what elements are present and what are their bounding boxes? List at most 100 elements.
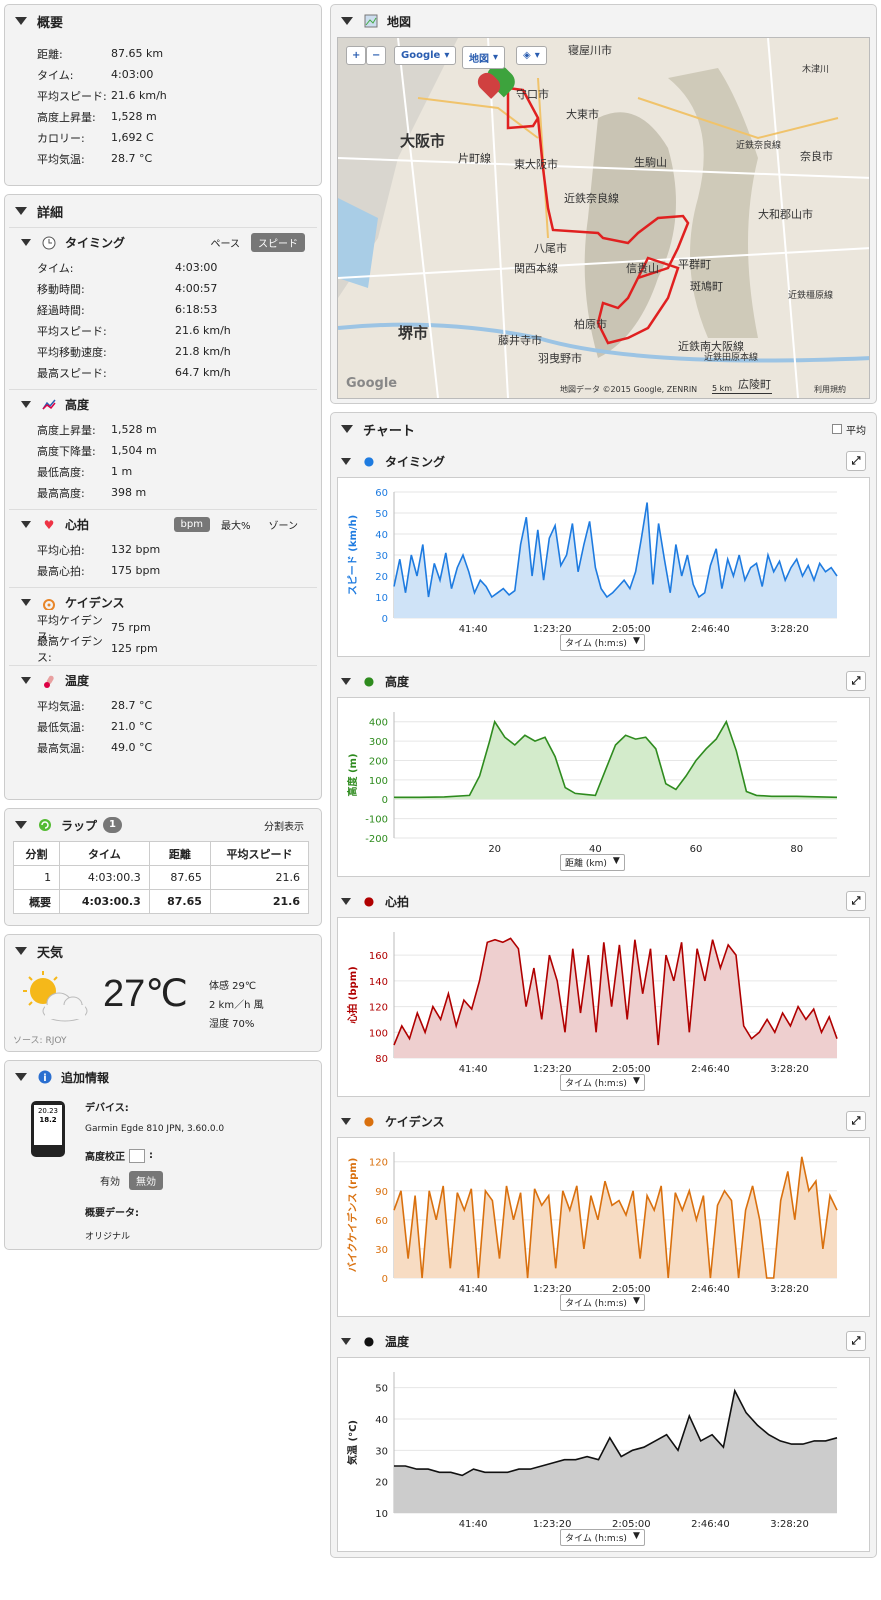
collapse-icon[interactable] xyxy=(15,17,27,25)
extra-info-header[interactable]: i 追加情報 xyxy=(5,1061,321,1093)
max-percent-toggle[interactable]: 最大% xyxy=(214,515,258,534)
stat-row: 平均スピード: 21.6 km/h xyxy=(5,85,321,106)
map-panel: 地図 寝屋川市 守口市 大東市 大阪市 片町線 東大阪市 生駒山 近鉄奈良線 奈良市 大和郡山市八… xyxy=(330,4,877,404)
map-type-dropdown[interactable]: 地図 ▾ xyxy=(462,46,506,69)
calibration-label: 高度校正 xyxy=(85,1152,125,1163)
layers-dropdown[interactable]: ◈ ▾ xyxy=(516,46,547,65)
average-checkbox[interactable] xyxy=(832,424,842,434)
timing-subheader[interactable]: タイミング ペース スピード xyxy=(9,227,317,257)
expand-icon[interactable]: ⤢ xyxy=(846,671,866,691)
x-axis-select[interactable]: タイム (h:m:s) ▼ xyxy=(560,1074,645,1091)
collapse-icon[interactable] xyxy=(341,677,351,685)
stat-row: 最低高度: 1 m xyxy=(5,461,321,482)
details-header[interactable]: 詳細 xyxy=(5,195,321,227)
zoom-in-label: + xyxy=(352,50,361,61)
collapse-icon[interactable] xyxy=(21,599,31,606)
clock-icon xyxy=(41,235,57,251)
map-header[interactable]: 地図 xyxy=(331,5,876,37)
chart-header[interactable]: ● タイミング ⤢ xyxy=(331,445,876,477)
heart-subheader[interactable]: ♥ 心拍 bpm 最大% ゾーン xyxy=(9,509,317,539)
collapse-icon[interactable] xyxy=(341,425,353,433)
zoom-in-button[interactable]: + xyxy=(346,46,367,65)
x-axis-select[interactable]: タイム (h:m:s) ▼ xyxy=(560,1294,645,1311)
x-tick-label: 3:28:20 xyxy=(770,1064,809,1075)
collapse-icon[interactable] xyxy=(21,401,31,408)
expand-icon[interactable]: ⤢ xyxy=(846,1111,866,1131)
collapse-icon[interactable] xyxy=(341,1117,351,1125)
calibration-enable-toggle[interactable]: 有効 xyxy=(93,1171,127,1190)
x-tick-label: 80 xyxy=(790,844,803,855)
calibration-colon: : xyxy=(149,1150,153,1161)
laps-column-header[interactable]: 距離 xyxy=(148,841,211,866)
y-tick-label: 30 xyxy=(375,1446,388,1457)
laps-column-header[interactable]: タイム xyxy=(59,841,150,866)
collapse-icon[interactable] xyxy=(15,947,27,955)
x-axis-select[interactable]: 距離 (km) ▼ xyxy=(560,854,625,871)
collapse-icon[interactable] xyxy=(21,521,31,528)
charts-header[interactable]: チャート 平均 xyxy=(331,413,876,445)
collapse-icon[interactable] xyxy=(21,677,31,684)
laps-panel: ラップ 1 分割表示 分割 タイム 距離 平均スピード 1 4:03:00.3 87.65… xyxy=(4,808,322,926)
chevron-down-icon: ▾ xyxy=(534,50,540,61)
y-axis-label: 気温 (°C) xyxy=(346,1420,359,1466)
x-axis-select[interactable]: タイム (h:m:s) ▼ xyxy=(560,1529,645,1546)
stat-value: 49.0 °C xyxy=(111,741,153,754)
collapse-icon[interactable] xyxy=(15,1073,27,1081)
stat-row: 高度上昇量: 1,528 m xyxy=(5,419,321,440)
y-tick-label: 50 xyxy=(375,509,388,520)
chart-plot-area[interactable]: 0 30 60 90 120 41:40 1:23:20 2:05:00 2:46:40 3:28… xyxy=(337,1137,870,1317)
collapse-icon[interactable] xyxy=(15,821,27,829)
expand-icon[interactable]: ⤢ xyxy=(846,1331,866,1351)
stat-row: 経過時間: 6:18:53 xyxy=(5,299,321,320)
chart-header[interactable]: ● 温度 ⤢ xyxy=(331,1325,876,1357)
collapse-icon[interactable] xyxy=(15,207,27,215)
collapse-icon[interactable] xyxy=(341,1337,351,1345)
terms-link[interactable]: 利用規約 xyxy=(814,384,846,395)
x-axis-label: タイム (h:m:s) xyxy=(565,639,627,649)
chart-plot-area[interactable]: 80 100 120 140 160 41:40 1:23:20 2:05:00 2:46:40… xyxy=(337,917,870,1097)
expand-icon[interactable]: ⤢ xyxy=(846,891,866,911)
stat-label: 最高高度: xyxy=(37,486,85,500)
device-image: 20.23 18.2 xyxy=(31,1101,65,1157)
map-label: 奈良市 xyxy=(800,150,833,163)
google-provider-dropdown[interactable]: Google ▾ xyxy=(394,46,457,65)
chart-plot-area[interactable]: -200 -100 0 100 200 300 400 20 40 60 80 高度 (m) 距離 (k… xyxy=(337,697,870,877)
map-title: 地図 xyxy=(387,14,412,29)
bpm-toggle[interactable]: bpm xyxy=(173,517,210,532)
temperature-subheader[interactable]: 温度 xyxy=(9,665,317,695)
weather-humidity: 湿度 70% xyxy=(209,1019,255,1030)
summary-header[interactable]: 概要 xyxy=(5,5,321,37)
x-axis-select[interactable]: タイム (h:m:s) ▼ xyxy=(560,634,645,651)
expand-icon[interactable]: ⤢ xyxy=(846,451,866,471)
chart-header[interactable]: ● 高度 ⤢ xyxy=(331,665,876,697)
chart-header[interactable]: ● 心拍 ⤢ xyxy=(331,885,876,917)
elevation-subheader[interactable]: 高度 xyxy=(9,389,317,419)
collapse-icon[interactable] xyxy=(21,239,31,246)
chart-plot-area[interactable]: 0 10 20 30 40 50 60 41:40 1:23:20 2:05:00 2:46:40 3… xyxy=(337,477,870,657)
stat-label: 最低高度: xyxy=(37,465,85,479)
collapse-icon[interactable] xyxy=(341,457,351,465)
cadence-icon xyxy=(41,595,57,611)
info-icon: i xyxy=(37,1069,53,1085)
stat-value: 4:00:57 xyxy=(175,282,218,295)
collapse-icon[interactable] xyxy=(341,17,353,25)
pace-toggle[interactable]: ペース xyxy=(204,233,248,252)
laps-header[interactable]: ラップ 1 分割表示 xyxy=(5,809,321,841)
summary-data-label: 概要データ: xyxy=(85,1208,139,1219)
map-label: 近鉄奈良線 xyxy=(564,192,619,205)
zone-toggle[interactable]: ゾーン xyxy=(262,515,306,534)
split-view-link[interactable]: 分割表示 xyxy=(257,816,311,835)
collapse-icon[interactable] xyxy=(341,897,351,905)
laps-column-header[interactable]: 分割 xyxy=(12,841,61,866)
stat-row: 距離: 87.65 km xyxy=(5,43,321,64)
stat-value: 1,528 m xyxy=(111,423,157,436)
chart-header[interactable]: ● ケイデンス ⤢ xyxy=(331,1105,876,1137)
route-map[interactable]: 寝屋川市 守口市 大東市 大阪市 片町線 東大阪市 生駒山 近鉄奈良線 奈良市 大和郡山市 八尾市関… xyxy=(337,37,870,399)
weather-header[interactable]: 天気 xyxy=(5,935,321,967)
stat-label: カロリー: xyxy=(37,131,85,145)
speed-toggle[interactable]: スピード xyxy=(251,233,305,252)
chart-plot-area[interactable]: 10 20 30 40 50 41:40 1:23:20 2:05:00 2:46:40 3:28… xyxy=(337,1357,870,1552)
calibration-disable-toggle[interactable]: 無効 xyxy=(129,1171,163,1190)
zoom-out-button[interactable]: − xyxy=(366,46,387,65)
laps-column-header[interactable]: 平均スピード xyxy=(209,841,310,866)
